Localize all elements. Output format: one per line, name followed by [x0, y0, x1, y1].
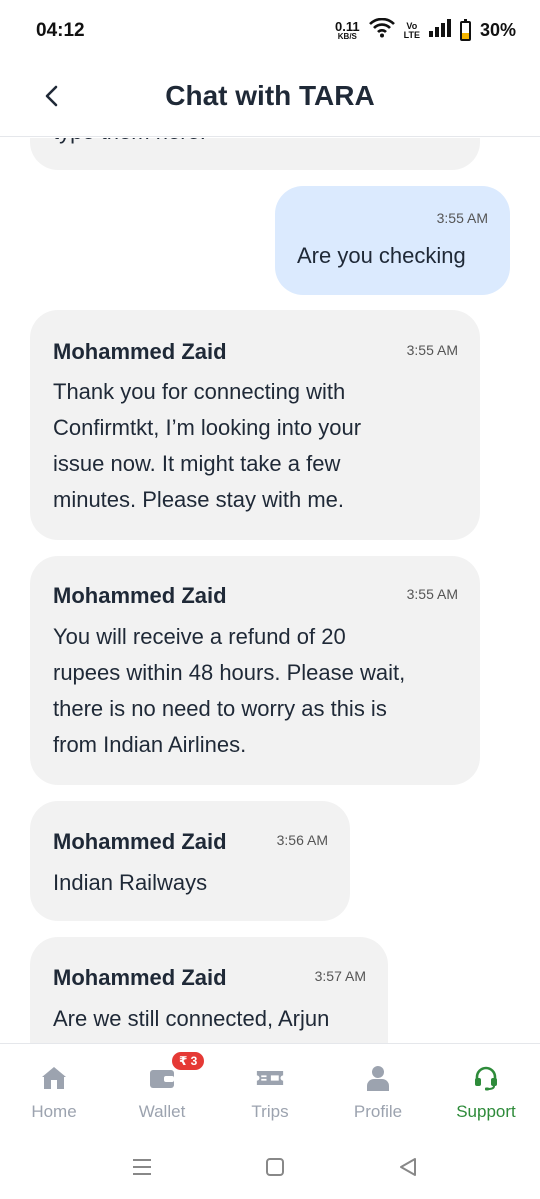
nav-item-label: Support — [456, 1102, 516, 1121]
status-bar: 04:12 0.11 KB/S Vo LTE 30% — [0, 0, 540, 62]
chat-header: Chat with TARA — [0, 62, 540, 137]
message-bubble: Mohammed Zaid 3:55 AM Thank you for conn… — [30, 310, 480, 540]
volte-bottom: LTE — [403, 29, 420, 40]
network-speed: 0.11 KB/S — [335, 20, 360, 41]
message-text: Thank you for connecting with Confirmtkt… — [53, 374, 361, 518]
message-sender: Mohammed Zaid — [53, 339, 227, 364]
chat-messages[interactable]: type them here. 3:55 AM Are you checking… — [0, 138, 540, 1043]
menu-lines-icon — [132, 1158, 152, 1181]
system-navigation-bar — [0, 1139, 540, 1199]
nav-item-wallet[interactable]: ₹ 3 Wallet — [108, 1044, 216, 1139]
nav-item-label: Profile — [353, 1102, 403, 1121]
message-text: type them here. — [53, 138, 206, 150]
back-nav-button[interactable] — [394, 1155, 422, 1183]
wallet-badge: ₹ 3 — [170, 1050, 207, 1072]
square-icon — [265, 1157, 285, 1182]
message-line: issue now. It might take a few — [53, 451, 341, 476]
status-icons: 0.11 KB/S Vo LTE 30% — [335, 17, 516, 43]
message-line: there is no need to worry as this is — [53, 696, 387, 721]
nav-item-label: Wallet — [138, 1102, 186, 1121]
ticket-icon — [256, 1064, 284, 1092]
message-text: Are you checking — [297, 243, 466, 268]
nav-item-label: Trips — [251, 1102, 289, 1121]
message-line: You will receive a refund of 20 — [53, 624, 346, 649]
message-bubble: Mohammed Zaid 3:55 AM You will receive a… — [30, 556, 480, 785]
headset-icon — [472, 1064, 500, 1092]
message-bubble: type them here. — [30, 138, 480, 170]
status-time: 04:12 — [36, 20, 85, 41]
person-icon — [364, 1064, 392, 1092]
recent-apps-button[interactable] — [128, 1155, 156, 1183]
message-sender: Mohammed Zaid — [53, 829, 227, 854]
wifi-icon — [368, 17, 395, 43]
battery-percent: 30% — [479, 20, 516, 40]
message-time: 3:57 AM — [314, 968, 366, 984]
page-title: Chat with TARA — [165, 80, 375, 111]
battery-icon — [459, 18, 471, 41]
network-speed-unit: KB/S — [337, 32, 357, 41]
message-text: Indian Railways — [53, 870, 208, 895]
nav-item-support[interactable]: Support — [432, 1044, 540, 1139]
message-sender: Mohammed Zaid — [53, 965, 227, 990]
nav-item-profile[interactable]: Profile — [324, 1044, 432, 1139]
message-bubble: Mohammed Zaid 3:56 AM Indian Railways — [30, 801, 350, 921]
message-bubble: Mohammed Zaid 3:57 AM Are we still conne… — [30, 937, 388, 1043]
bottom-navigation: Home ₹ 3 Wallet Trips Profile Support — [0, 1043, 540, 1139]
message-line: Thank you for connecting with — [53, 379, 346, 404]
volte-indicator: Vo LTE — [403, 21, 420, 40]
message-text: Are we still connected, Arjun — [53, 1006, 330, 1031]
message-line: rupees within 48 hours. Please wait, — [53, 660, 406, 685]
nav-item-trips[interactable]: Trips — [216, 1044, 324, 1139]
home-button[interactable] — [261, 1155, 289, 1183]
message-sender: Mohammed Zaid — [53, 583, 227, 608]
message-text: You will receive a refund of 20 rupees w… — [53, 619, 405, 763]
nav-item-home[interactable]: Home — [0, 1044, 108, 1139]
message-line: from Indian Airlines. — [53, 732, 247, 757]
message-time: 3:56 AM — [276, 832, 328, 848]
message-time: 3:55 AM — [406, 586, 458, 602]
message-line: minutes. Please stay with me. — [53, 487, 345, 512]
message-time: 3:55 AM — [406, 342, 458, 358]
message-line: Confirmtkt, I’m looking into your — [53, 415, 362, 440]
triangle-back-icon — [398, 1157, 418, 1182]
nav-item-label: Home — [31, 1102, 77, 1121]
signal-icon — [428, 19, 451, 42]
message-time: 3:55 AM — [436, 210, 488, 226]
message-bubble-user: 3:55 AM Are you checking — [275, 186, 510, 295]
home-icon — [40, 1064, 68, 1092]
